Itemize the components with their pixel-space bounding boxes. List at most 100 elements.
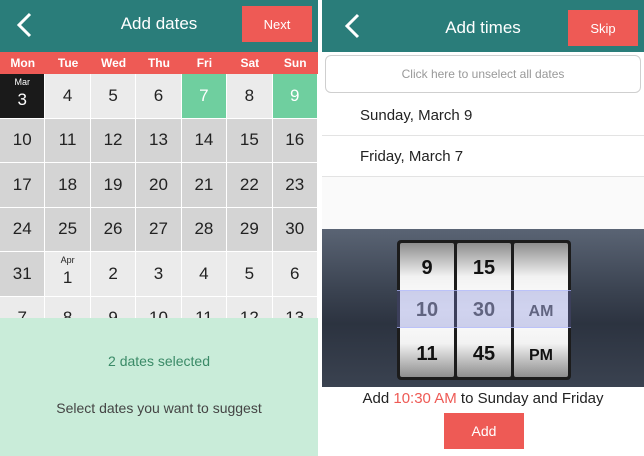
day-number: 24 — [12, 219, 32, 239]
calendar-day-cell[interactable]: 15 — [227, 118, 273, 163]
calendar-day-cell[interactable]: 7 — [181, 74, 228, 119]
calendar-day-cell[interactable]: 14 — [181, 118, 228, 163]
calendar-day-cell[interactable]: 26 — [90, 207, 137, 252]
calendar-day-cell[interactable]: 6 — [136, 74, 182, 119]
calendar-day-cell[interactable]: 24 — [0, 207, 46, 252]
day-number: 27 — [149, 219, 168, 239]
calendar-day-cell[interactable]: 22 — [227, 163, 273, 208]
day-number: 17 — [12, 174, 32, 194]
calendar-grid: Mar 3 4 5 6 7 8 9 10 11 12 13 14 15 16 17 18 19 20 21 22 23 24… — [0, 74, 318, 341]
unselect-all-button[interactable]: Click here to unselect all dates — [325, 55, 641, 93]
period-option-selected: AM — [528, 303, 554, 320]
day-number: 19 — [103, 174, 123, 194]
day-number: 22 — [239, 174, 259, 194]
weekday-label: Tue — [57, 56, 79, 70]
day-number: 25 — [58, 219, 78, 239]
calendar-day-cell[interactable]: 30 — [272, 207, 318, 252]
summary-time: 10:30 AM — [393, 390, 457, 407]
calendar-day-cell[interactable]: 3 — [136, 252, 182, 297]
calendar-day-cell[interactable]: 21 — [181, 163, 228, 208]
day-number: 16 — [285, 130, 305, 150]
calendar-day-cell[interactable]: 2 — [90, 252, 137, 297]
weekday-label: Wed — [100, 56, 127, 70]
hour-wheel[interactable]: 9 10 11 — [400, 243, 454, 377]
skip-button[interactable]: Skip — [568, 10, 638, 46]
calendar-day-cell[interactable]: 28 — [181, 207, 228, 252]
calendar-day-cell[interactable]: 23 — [272, 163, 318, 208]
day-number: 10 — [12, 130, 32, 150]
add-summary-text: Add 10:30 AM to Sunday and Friday — [322, 390, 644, 407]
hint-text: Select dates you want to suggest — [56, 400, 262, 416]
day-number: 2 — [108, 263, 118, 283]
selected-dates-list: Sunday, March 9 Friday, March 7 — [322, 95, 644, 177]
add-button[interactable]: Add — [444, 413, 524, 449]
header: Add dates Next — [0, 0, 318, 52]
calendar-day-cell[interactable]: 29 — [227, 207, 273, 252]
weekday-label: Thu — [147, 56, 170, 70]
day-number: 1 — [62, 267, 73, 287]
list-empty-area — [322, 177, 644, 229]
calendar-day-cell[interactable]: 9 — [272, 74, 318, 119]
period-wheel[interactable]: AM PM — [514, 243, 568, 377]
calendar-day-cell[interactable]: 4 — [181, 252, 228, 297]
minute-option: 15 — [472, 257, 496, 279]
selection-summary: 2 dates selected Select dates you want t… — [0, 318, 318, 456]
day-number: 18 — [58, 174, 78, 194]
minute-option: 45 — [472, 343, 496, 365]
month-label: Apr — [60, 255, 75, 265]
day-number: 7 — [199, 85, 209, 105]
day-number: 15 — [239, 130, 259, 150]
calendar-day-cell[interactable]: 13 — [136, 118, 182, 163]
minute-option-selected: 30 — [472, 299, 496, 321]
calendar-day-cell[interactable]: 6 — [272, 252, 318, 297]
day-number: 14 — [194, 130, 214, 150]
calendar-day-cell[interactable]: 12 — [90, 118, 137, 163]
next-button[interactable]: Next — [242, 6, 312, 42]
calendar-day-cell[interactable]: 5 — [227, 252, 273, 297]
header: Add times Skip — [322, 0, 644, 52]
day-number: 6 — [290, 263, 300, 283]
weekday-label: Mon — [10, 56, 36, 70]
day-number: 9 — [290, 85, 300, 105]
day-number: 3 — [153, 263, 164, 283]
day-number: 6 — [153, 85, 164, 105]
minute-wheel[interactable]: 15 30 45 — [457, 243, 511, 377]
calendar-day-cell[interactable]: 5 — [90, 74, 137, 119]
calendar-day-cell[interactable]: 18 — [45, 163, 91, 208]
calendar-day-cell[interactable]: 17 — [0, 163, 46, 208]
day-number: 4 — [199, 263, 209, 283]
hour-option-selected: 10 — [415, 299, 439, 321]
selected-count: 2 dates selected — [108, 353, 210, 369]
list-item[interactable]: Friday, March 7 — [322, 136, 644, 177]
day-number: 29 — [239, 219, 259, 239]
calendar-day-cell[interactable]: 19 — [90, 163, 137, 208]
calendar-day-cell[interactable]: 11 — [45, 118, 91, 163]
month-label: Mar — [14, 77, 30, 87]
day-number: 5 — [108, 85, 118, 105]
add-dates-screen: Add dates Next Mon Tue Wed Thu Fri Sat S… — [0, 0, 318, 456]
add-times-screen: Add times Skip Click here to unselect al… — [322, 0, 644, 456]
day-number: 30 — [285, 219, 305, 239]
day-number: 5 — [244, 263, 255, 283]
calendar-day-cell[interactable]: 20 — [136, 163, 182, 208]
hour-option: 9 — [421, 257, 433, 279]
day-number: 8 — [244, 85, 255, 105]
calendar-day-cell[interactable]: Mar 3 — [0, 74, 46, 119]
summary-prefix: Add — [362, 390, 390, 407]
day-number: 11 — [58, 130, 77, 150]
weekday-header: Mon Tue Wed Thu Fri Sat Sun — [0, 52, 318, 74]
calendar-day-cell[interactable]: 25 — [45, 207, 91, 252]
calendar-day-cell[interactable]: 10 — [0, 118, 46, 163]
calendar-day-cell[interactable]: 16 — [272, 118, 318, 163]
calendar-day-cell[interactable]: 31 — [0, 252, 46, 297]
calendar-day-cell[interactable]: Apr 1 — [45, 252, 91, 297]
day-number: 20 — [149, 174, 168, 194]
day-number: 21 — [194, 174, 214, 194]
day-number: 13 — [149, 130, 168, 150]
calendar-day-cell[interactable]: 4 — [45, 74, 91, 119]
day-number: 31 — [12, 263, 32, 283]
calendar-day-cell[interactable]: 8 — [227, 74, 273, 119]
day-number: 4 — [62, 85, 73, 105]
list-item[interactable]: Sunday, March 9 — [322, 95, 644, 136]
calendar-day-cell[interactable]: 27 — [136, 207, 182, 252]
